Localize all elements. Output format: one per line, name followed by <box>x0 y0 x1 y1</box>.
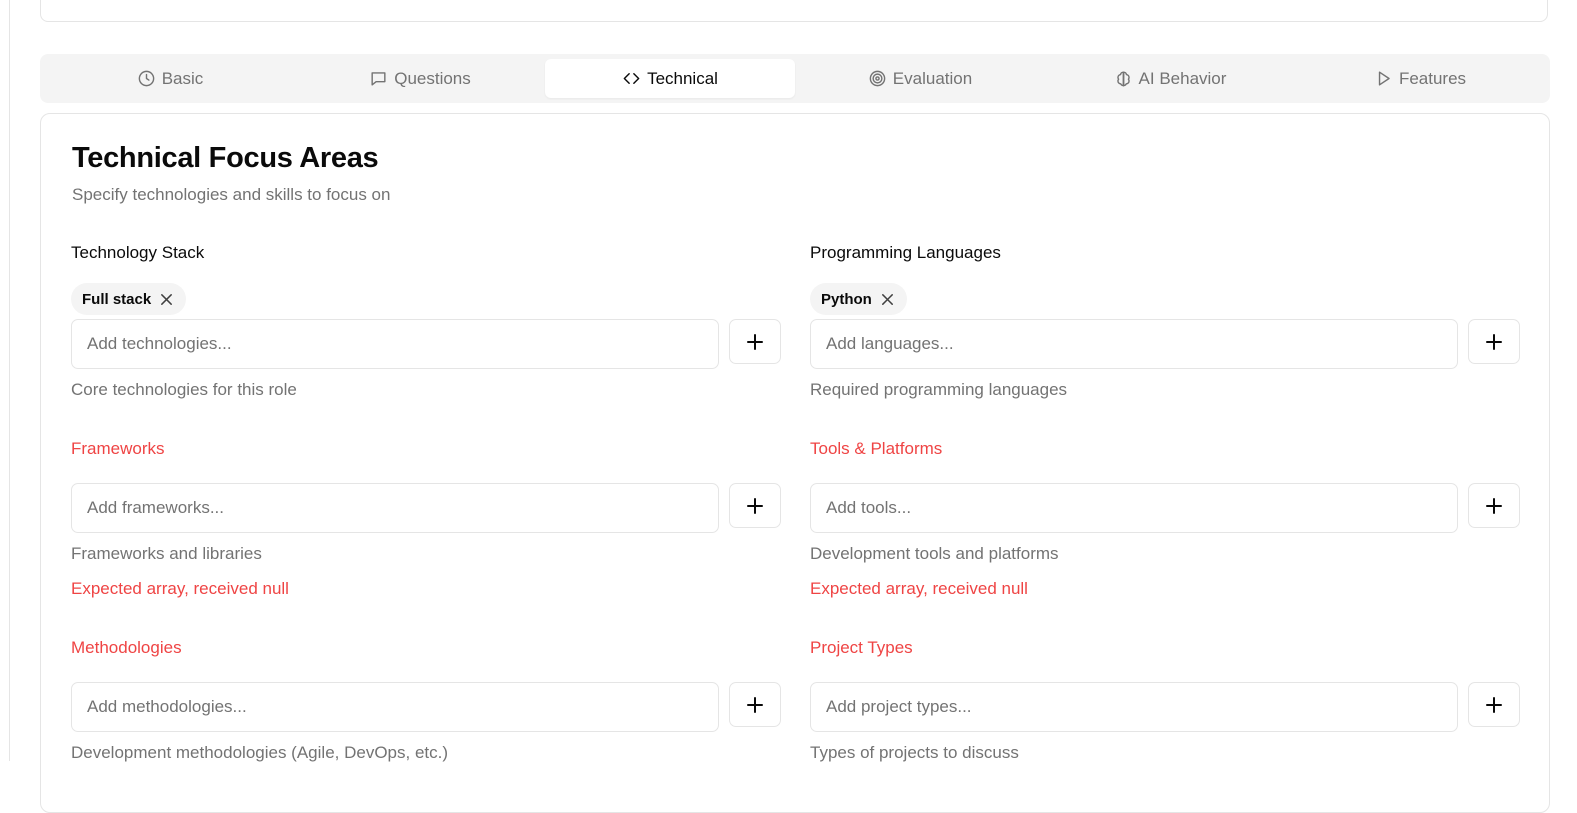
message-square-icon <box>371 72 386 86</box>
add-methodology-button[interactable] <box>729 682 781 727</box>
tab-basic[interactable]: Basic <box>45 59 295 98</box>
brain-icon <box>1116 71 1130 87</box>
tag-label: Python <box>821 290 872 308</box>
play-icon <box>1378 71 1390 86</box>
frameworks-help: Frameworks and libraries <box>71 544 262 563</box>
plus-icon <box>1486 497 1502 514</box>
tools-platforms-error-message: Expected array, received null <box>810 579 1028 598</box>
methodologies-field: Methodologies Development methodologies … <box>71 638 781 778</box>
methodologies-help: Development methodologies (Agile, DevOps… <box>71 743 449 762</box>
tab-questions-label: Questions <box>394 68 471 88</box>
plus-icon <box>1486 696 1502 713</box>
code-icon <box>623 73 640 84</box>
card-title: Technical Focus Areas <box>72 142 379 174</box>
clock-icon <box>138 70 155 87</box>
plus-icon <box>1486 333 1502 350</box>
tab-ai-behavior-label: AI Behavior <box>1138 68 1227 88</box>
technology-stack-field: Technology Stack Full stack Core technol… <box>71 243 781 403</box>
frameworks-error-message: Expected array, received null <box>71 579 289 598</box>
tab-technical[interactable]: Technical <box>545 59 795 98</box>
tab-evaluation-label: Evaluation <box>892 68 973 88</box>
add-technology-button[interactable] <box>729 319 781 364</box>
project-types-field: Project Types Types of projects to discu… <box>810 638 1520 778</box>
tools-platforms-field: Tools & Platforms Development tools and … <box>810 439 1520 599</box>
add-tool-button[interactable] <box>1468 483 1520 528</box>
remove-tag-icon[interactable] <box>159 292 174 307</box>
settings-tabs: Basic Questions Technical Evaluation AI … <box>40 54 1550 103</box>
frameworks-label: Frameworks <box>71 439 165 458</box>
frameworks-field: Frameworks Frameworks and libraries Expe… <box>71 439 781 599</box>
tag-label: Full stack <box>82 290 152 308</box>
add-language-button[interactable] <box>1468 319 1520 364</box>
technical-focus-card: Technical Focus Areas Specify technologi… <box>40 113 1550 813</box>
technology-stack-label: Technology Stack <box>71 243 205 262</box>
remove-tag-icon[interactable] <box>880 292 895 307</box>
previous-card <box>40 0 1548 22</box>
languages-input[interactable] <box>810 319 1458 369</box>
tab-questions[interactable]: Questions <box>295 59 545 98</box>
left-rail-divider <box>9 0 10 761</box>
tools-platforms-label: Tools & Platforms <box>810 439 943 458</box>
tag-chip: Full stack <box>71 283 187 315</box>
tools-input[interactable] <box>810 483 1458 533</box>
programming-languages-help: Required programming languages <box>810 380 1068 399</box>
tab-features[interactable]: Features <box>1295 59 1545 98</box>
project-types-label: Project Types <box>810 638 913 657</box>
tab-features-label: Features <box>1398 68 1467 88</box>
project-types-input[interactable] <box>810 682 1458 732</box>
methodologies-label: Methodologies <box>71 638 182 657</box>
plus-icon <box>747 497 763 514</box>
programming-languages-label: Programming Languages <box>810 243 1001 262</box>
card-subtitle: Specify technologies and skills to focus… <box>72 185 391 204</box>
frameworks-input[interactable] <box>71 483 719 533</box>
tab-technical-label: Technical <box>647 68 718 88</box>
technology-input[interactable] <box>71 319 719 369</box>
add-project-type-button[interactable] <box>1468 682 1520 727</box>
tab-basic-label: Basic <box>161 68 204 88</box>
methodologies-input[interactable] <box>71 682 719 732</box>
technology-stack-help: Core technologies for this role <box>71 380 297 399</box>
plus-icon <box>747 333 763 350</box>
add-framework-button[interactable] <box>729 483 781 528</box>
programming-languages-field: Programming Languages Python Required pr… <box>810 243 1520 403</box>
tag-chip: Python <box>810 283 907 315</box>
target-icon <box>869 70 886 87</box>
tools-platforms-help: Development tools and platforms <box>810 544 1059 563</box>
tab-ai-behavior[interactable]: AI Behavior <box>1045 59 1295 98</box>
project-types-help: Types of projects to discuss <box>810 743 1019 762</box>
tab-evaluation[interactable]: Evaluation <box>795 59 1045 98</box>
plus-icon <box>747 696 763 713</box>
